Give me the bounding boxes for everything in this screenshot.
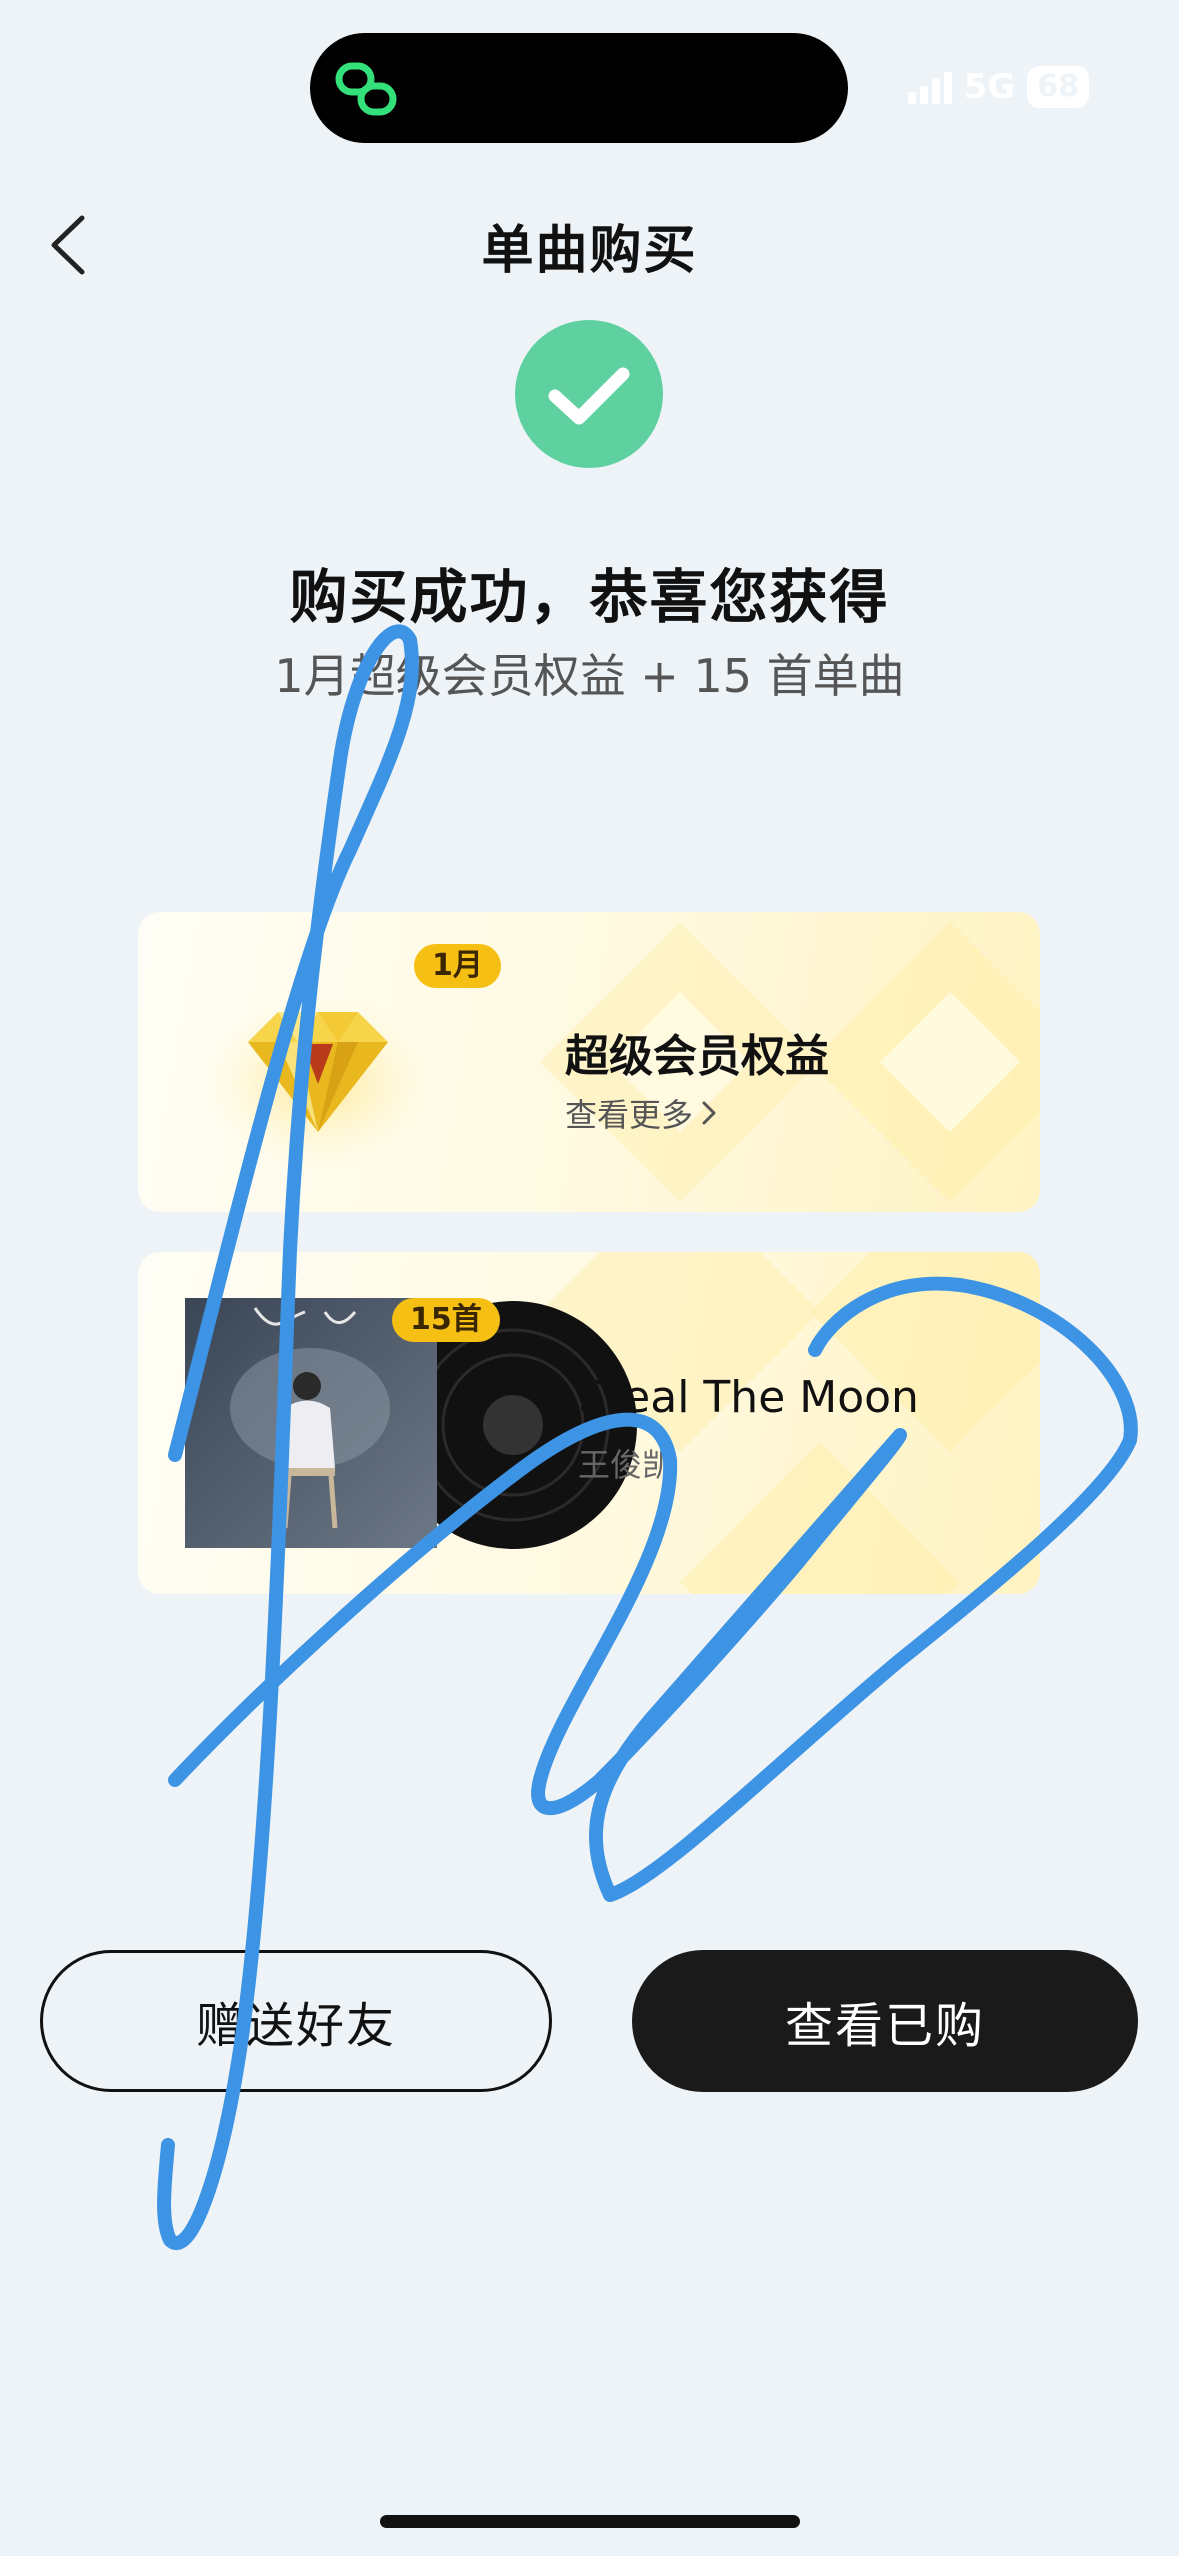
success-headline: 购买成功，恭喜您获得 <box>289 563 890 631</box>
song-artist: 王俊凯 <box>578 1446 675 1484</box>
diamond-icon <box>200 992 436 1172</box>
link-rings-icon[interactable] <box>335 60 397 118</box>
purchase-success-screen: 5G 68 单曲购买 购买成功，恭喜您获得 1月超级会员权益 + 15 首单曲 <box>0 0 1179 2556</box>
battery-indicator: 68 <box>1027 66 1089 108</box>
signal-icon <box>907 70 952 104</box>
vip-duration-badge: 1月 <box>414 944 501 988</box>
view-more-link[interactable]: 查看更多 <box>565 1090 719 1136</box>
chevron-right-icon <box>702 1101 716 1125</box>
song-title: Steal The Moon <box>578 1372 919 1423</box>
home-indicator[interactable] <box>380 2515 800 2528</box>
song-card[interactable]: 15首 Steal The Moon 王俊凯 <box>138 1252 1040 1594</box>
page-title: 单曲购买 <box>481 221 698 281</box>
network-label: 5G <box>963 67 1016 107</box>
check-circle-icon <box>515 320 663 468</box>
vip-title: 超级会员权益 <box>565 1031 829 1082</box>
view-purchased-button[interactable]: 查看已购 <box>632 1950 1138 2092</box>
success-subline: 1月超级会员权益 + 15 首单曲 <box>274 649 905 703</box>
status-indicators: 5G 68 <box>907 62 1089 112</box>
vip-benefit-card[interactable]: 1月 超级会员权益 查看更多 <box>138 912 1040 1212</box>
gift-friend-button[interactable]: 赠送好友 <box>40 1950 552 2092</box>
dynamic-island <box>310 33 848 143</box>
view-more-label: 查看更多 <box>565 1096 694 1134</box>
song-count-badge: 15首 <box>392 1298 500 1342</box>
